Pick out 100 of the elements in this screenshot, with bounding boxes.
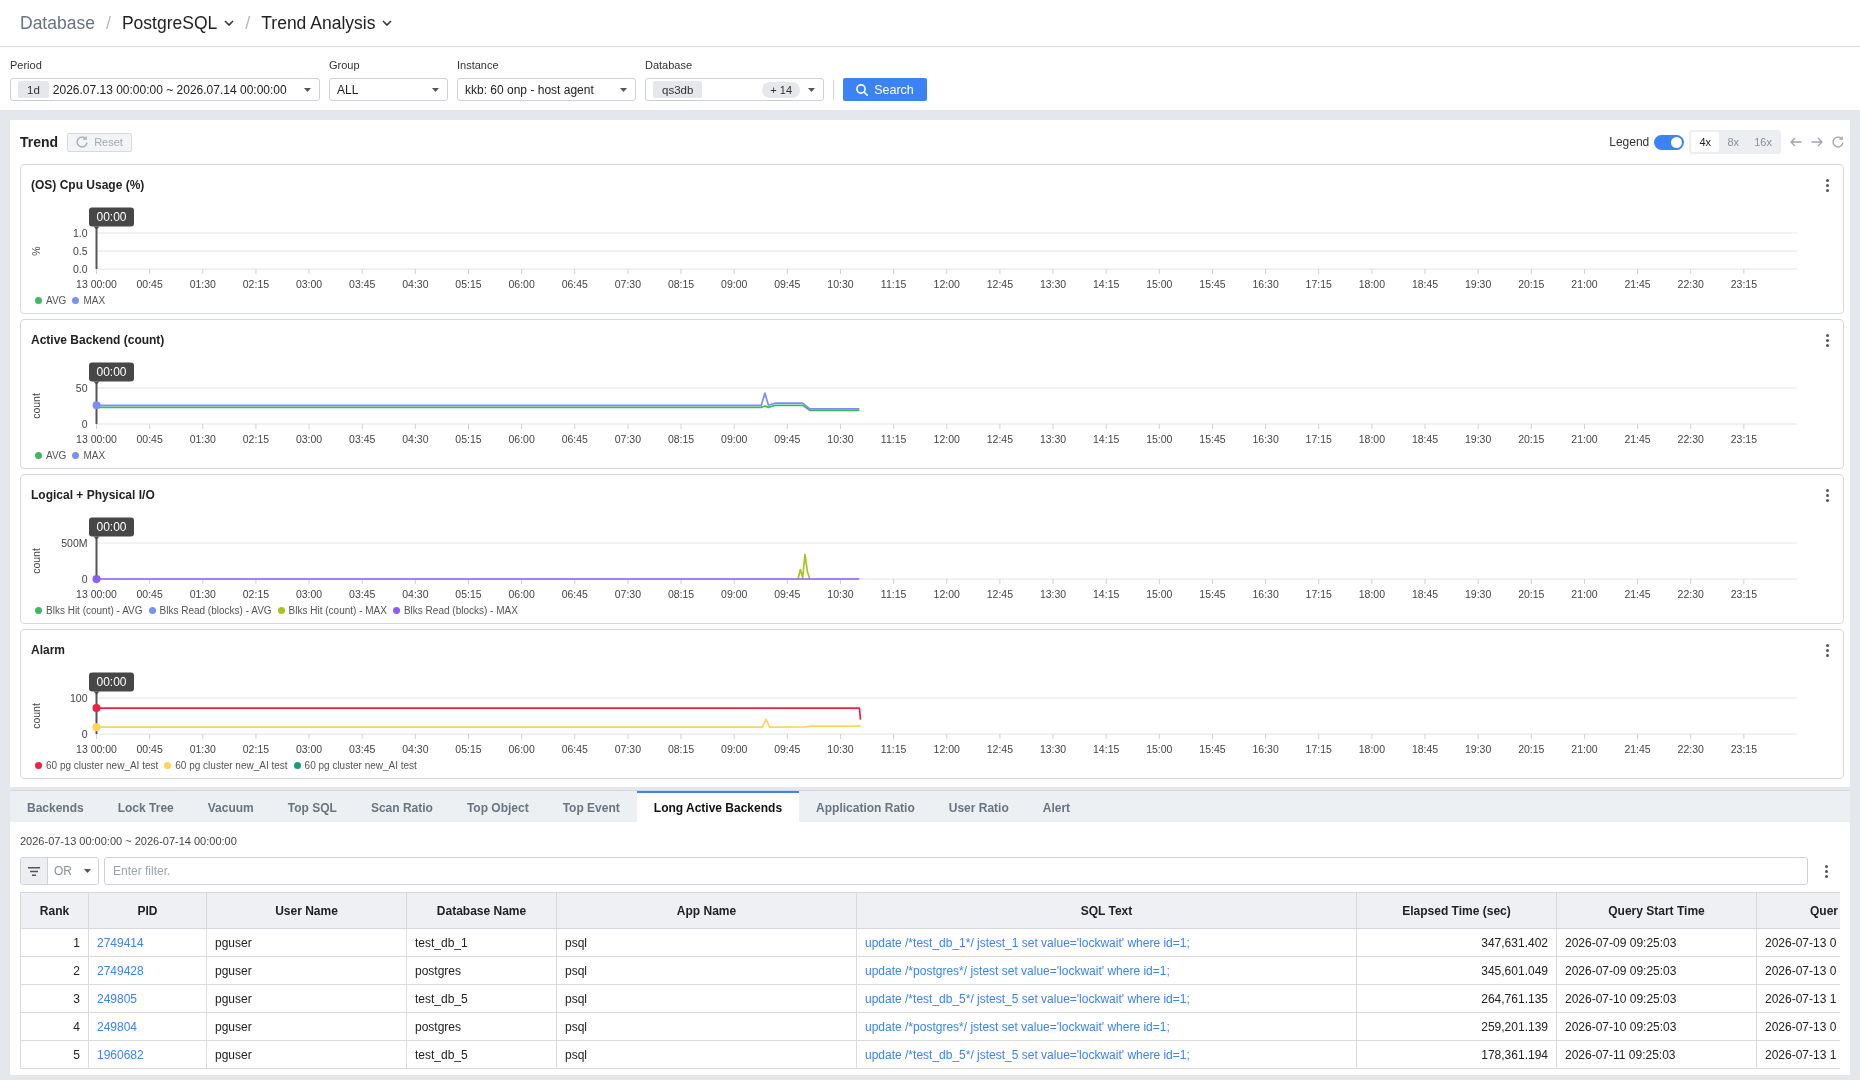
x-tick-label: 03:00 (295, 433, 323, 445)
search-button[interactable]: Search (843, 78, 927, 101)
x-tick-label: 18:00 (1358, 433, 1385, 445)
chevron-down-icon (382, 20, 393, 26)
multi-select[interactable]: qs3db + 14 (645, 78, 824, 101)
tab[interactable]: Alert (1025, 791, 1088, 822)
x-tick-label: 09:00 (721, 743, 748, 755)
column-header: Query Start Time (1556, 892, 1757, 929)
x-tick-label: 09:00 (721, 433, 748, 445)
table-cell: psql (556, 1040, 857, 1069)
x-tick-label: 17:15 (1305, 588, 1332, 600)
x-tick-label: 18:45 (1411, 433, 1439, 445)
x-tick-label: 17:15 (1305, 433, 1332, 445)
table-cell: 264,761.135 (1356, 984, 1557, 1013)
x-tick-label: 07:30 (614, 433, 642, 445)
breadcrumb-item[interactable]: Database (20, 12, 95, 34)
x-tick-label: 14:15 (1093, 433, 1120, 445)
table-cell: 2026-07-09 09:25:03 (1556, 928, 1757, 957)
legend-label: AVG (46, 449, 67, 461)
tab[interactable]: Top Event (545, 791, 637, 822)
x-tick-label: 06:45 (561, 588, 588, 600)
pid-link[interactable]: 249805 (97, 991, 138, 1006)
x-tick-label: 11:15 (880, 743, 907, 755)
x-tick-label: 20:15 (1518, 743, 1545, 755)
x-tick-label: 15:45 (1199, 743, 1226, 755)
tab[interactable]: Top Object (449, 791, 546, 822)
x-tick-label: 13:30 (1039, 433, 1067, 445)
x-tick-label: 11:15 (880, 433, 907, 445)
pid-link[interactable]: 249804 (97, 1019, 138, 1034)
y-axis-title: count (30, 548, 42, 574)
table-cell: postgres (406, 956, 557, 985)
tab[interactable]: Application Ratio (799, 791, 932, 822)
x-tick-label: 12:45 (986, 743, 1014, 755)
legend-label: Blks Read (blocks) - MAX (403, 604, 518, 616)
x-tick-label: 04:30 (402, 588, 429, 600)
x-tick-label: 13 00:00 (76, 743, 117, 755)
table-cell: pguser (206, 956, 407, 985)
x-tick-label: 14:15 (1093, 743, 1120, 755)
y-axis-title: count (30, 393, 42, 419)
legend-toggle[interactable] (1654, 134, 1685, 150)
x-tick-label: 15:00 (1146, 743, 1173, 755)
tab[interactable]: Long Active Backends (636, 791, 800, 822)
x-tick-label: 02:15 (242, 588, 270, 600)
x-tick-label: 21:45 (1624, 433, 1651, 445)
more-options-icon[interactable] (1826, 488, 1829, 502)
x-tick-label: 15:00 (1146, 588, 1173, 600)
selected-tag: qs3db (653, 81, 703, 98)
y-tick-label: 0 (81, 728, 88, 740)
cursor-line (95, 382, 98, 425)
legend-label: Blks Read (blocks) - AVG (159, 604, 272, 616)
x-tick-label: 02:15 (242, 743, 270, 755)
zoom-option[interactable]: 4x (1691, 132, 1720, 152)
table-cell: pguser (206, 984, 407, 1013)
legend-label: 60 pg cluster new_AI test (46, 759, 159, 771)
tab[interactable]: Top SQL (270, 791, 354, 822)
table-cell: psql (556, 984, 857, 1013)
x-tick-label: 05:15 (455, 588, 482, 600)
x-tick-label: 16:30 (1252, 743, 1279, 755)
period-select[interactable]: 1d 2026.07.13 00:00:00 ~ 2026.07.14 00:00:00 (10, 78, 320, 101)
x-tick-label: 09:00 (721, 588, 748, 600)
refresh-icon (76, 136, 89, 148)
breadcrumb-item[interactable]: PostgreSQL (121, 12, 235, 34)
x-tick-label: 03:00 (295, 588, 323, 600)
x-tick-label: 23:15 (1730, 588, 1757, 600)
x-tick-label: 19:30 (1465, 588, 1492, 600)
x-tick-label: 06:00 (508, 433, 535, 445)
zoom-option[interactable]: 8x (1719, 132, 1748, 152)
filter-input[interactable]: Enter filter. (104, 857, 1808, 885)
x-tick-label: 01:30 (189, 433, 216, 445)
breadcrumb-item[interactable]: Trend Analysis (261, 12, 393, 34)
tab[interactable]: Lock Tree (100, 791, 191, 822)
more-options-icon[interactable] (1826, 643, 1829, 657)
table-cell: 259,201.139 (1356, 1012, 1557, 1041)
x-tick-label: 18:45 (1411, 743, 1439, 755)
tab[interactable]: Scan Ratio (353, 791, 450, 822)
legend-label: Blks Hit (count) - MAX (288, 604, 387, 616)
x-tick-label: 12:00 (933, 743, 960, 755)
x-tick-label: 04:30 (402, 433, 429, 445)
table-cell: psql (556, 1012, 857, 1041)
more-options-icon[interactable] (1825, 864, 1828, 878)
y-tick-label: 100 (69, 692, 88, 704)
table-cell: psql (556, 956, 857, 985)
more-options-icon[interactable] (1826, 333, 1829, 347)
chart-title: Alarm (31, 643, 65, 657)
section-title: Trend (20, 134, 59, 150)
x-tick-label: 00:45 (136, 743, 163, 755)
field-label: Database (645, 58, 694, 72)
table-cell: 347,631.402 (1356, 928, 1557, 957)
x-tick-label: 10:30 (827, 743, 854, 755)
x-tick-label: 03:00 (295, 743, 323, 755)
tab[interactable]: Vacuum (190, 791, 271, 822)
dropdown-select[interactable]: kkb: 60 onp - host agent (457, 78, 636, 101)
zoom-option[interactable]: 16x (1747, 132, 1779, 152)
tab[interactable]: Backends (10, 791, 101, 822)
tab[interactable]: User Ratio (931, 791, 1026, 822)
column-header: Database Name (406, 892, 557, 929)
legend-label: 60 pg cluster new_AI test (175, 759, 288, 771)
more-options-icon[interactable] (1826, 178, 1829, 192)
column-header: PID (88, 892, 207, 929)
dropdown-select[interactable]: ALL (329, 78, 448, 101)
